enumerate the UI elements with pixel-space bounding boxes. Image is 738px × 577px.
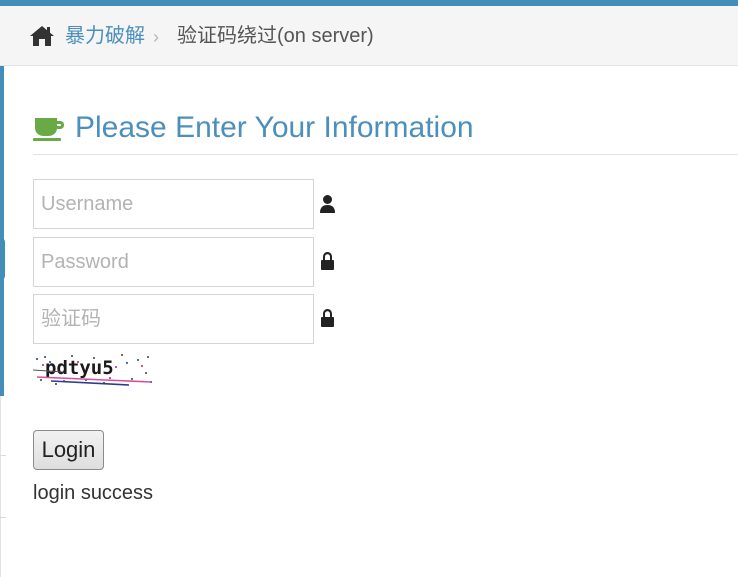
user-icon	[320, 195, 335, 213]
sidebar-edge-line	[0, 396, 1, 577]
password-input[interactable]	[33, 237, 314, 287]
captcha-text: pdtyu5	[45, 357, 114, 379]
login-button[interactable]: Login	[33, 430, 104, 470]
lock-icon	[321, 252, 334, 270]
page-title: Please Enter Your Information	[75, 111, 474, 144]
lock-icon	[321, 309, 334, 327]
sidebar-collapse-tab[interactable]	[0, 238, 5, 280]
breadcrumb-link-brute-force[interactable]: 暴力破解	[65, 24, 145, 48]
captcha-image[interactable]: pdtyu5	[33, 352, 153, 388]
coffee-cup-icon	[33, 118, 64, 141]
breadcrumb-current: 验证码绕过(on server)	[177, 25, 374, 47]
breadcrumb: 暴力破解 › 验证码绕过(on server)	[0, 6, 738, 66]
form-heading: Please Enter Your Information	[33, 108, 474, 148]
sidebar-edge	[0, 66, 4, 396]
username-input[interactable]	[33, 179, 314, 229]
captcha-input[interactable]	[33, 294, 314, 344]
breadcrumb-separator: ›	[153, 27, 159, 47]
heading-divider	[33, 154, 738, 155]
home-icon[interactable]	[29, 24, 55, 48]
sidebar-edge-tick	[0, 455, 6, 456]
sidebar-edge-tick	[0, 517, 6, 518]
login-result-message: login success	[33, 482, 154, 504]
